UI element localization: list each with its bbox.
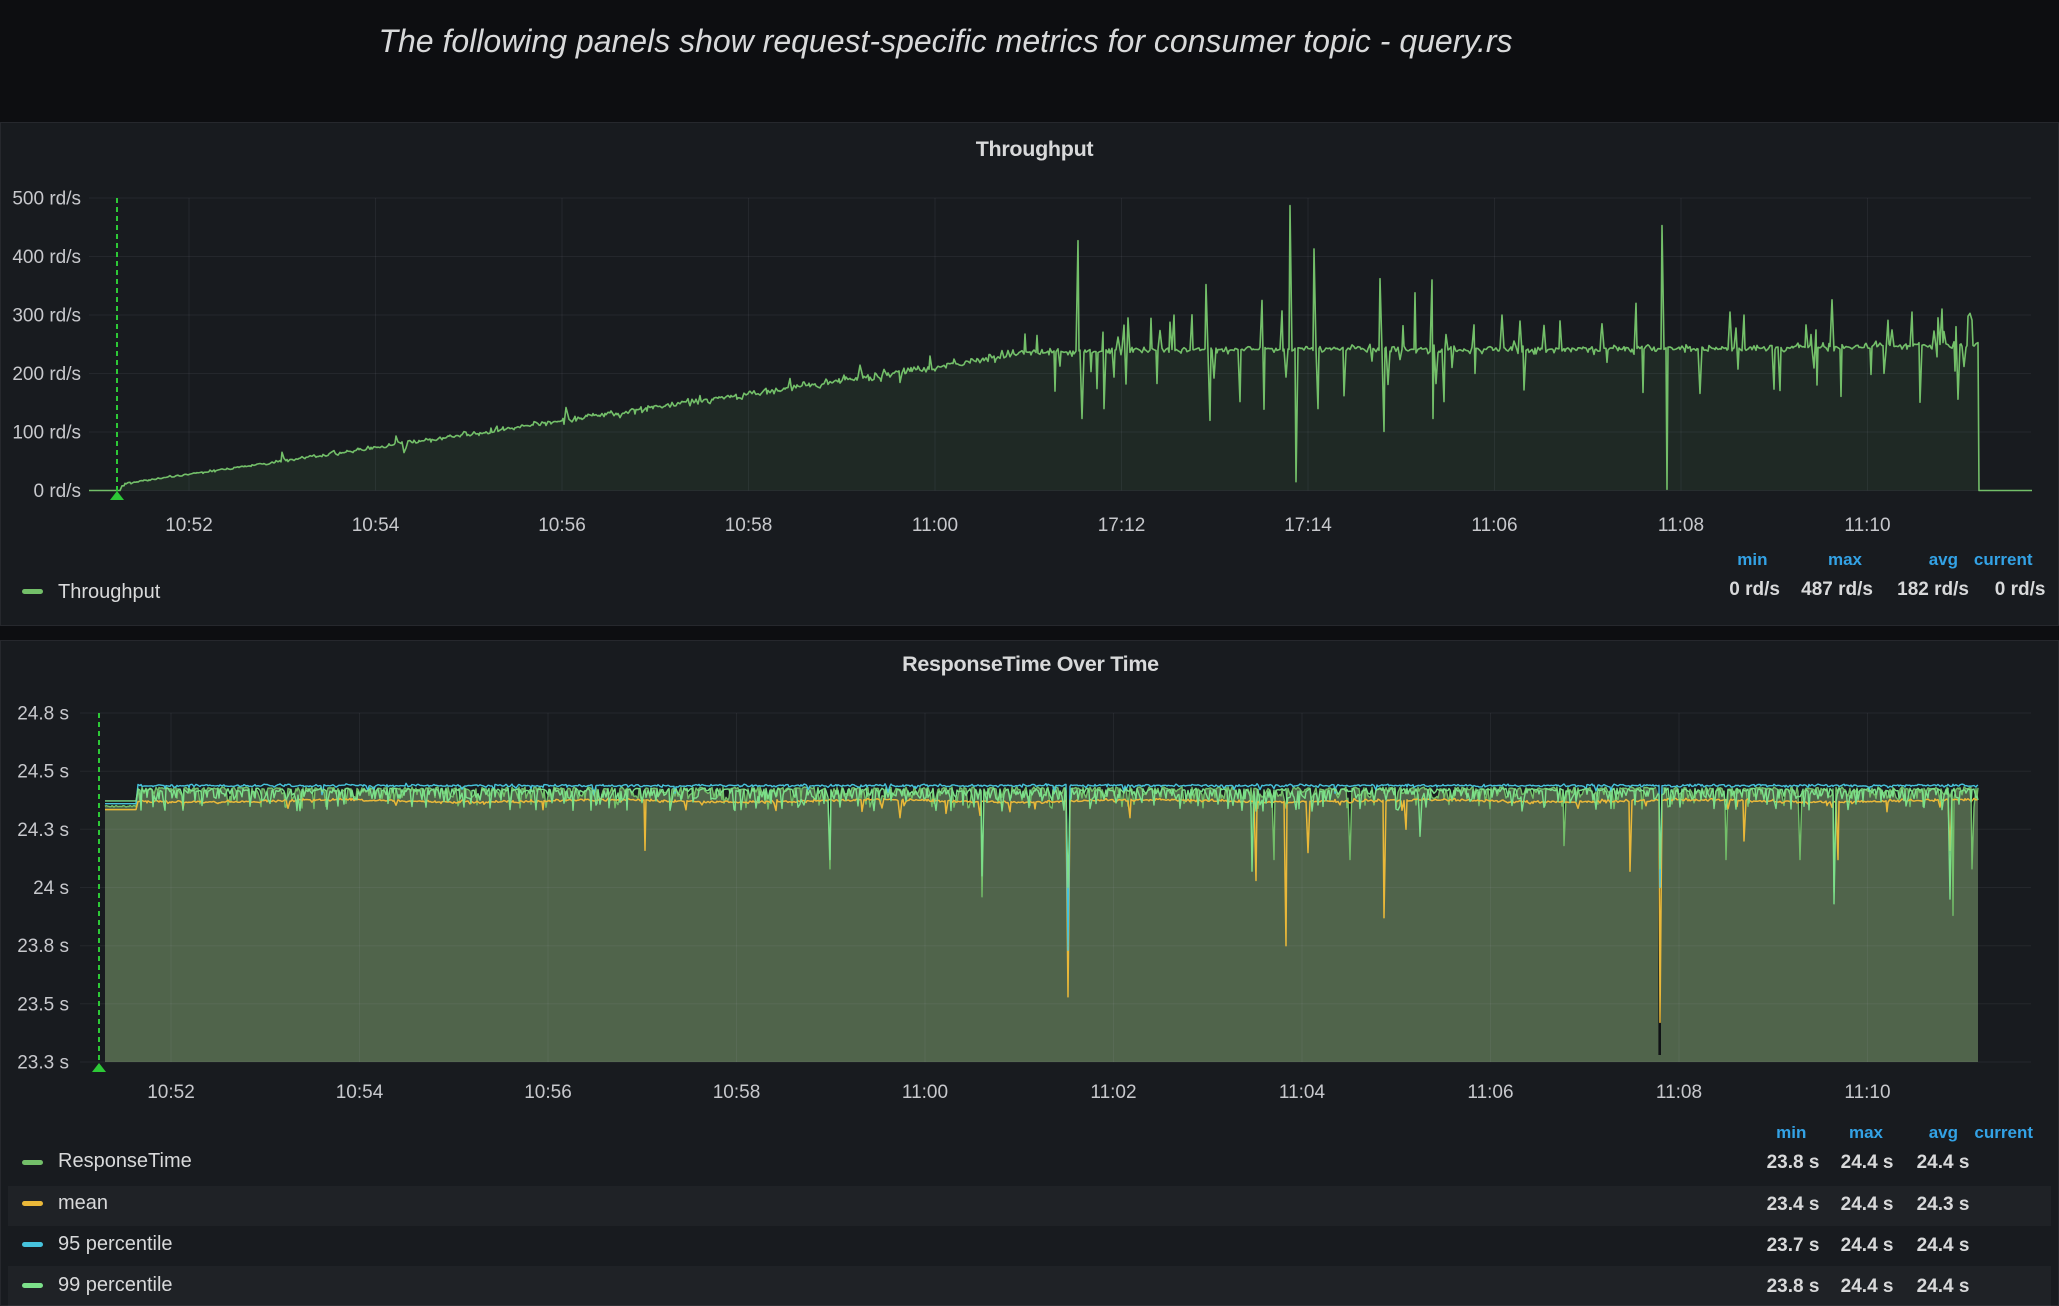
svg-text:24.5 s: 24.5 s: [17, 762, 69, 783]
svg-text:17:12: 17:12: [1098, 515, 1146, 536]
svg-text:10:58: 10:58: [713, 1082, 761, 1103]
svg-text:23.5 s: 23.5 s: [17, 994, 69, 1015]
svg-text:23.8 s: 23.8 s: [17, 936, 69, 957]
svg-text:11:06: 11:06: [1471, 515, 1517, 536]
svg-text:24.8 s: 24.8 s: [17, 704, 69, 725]
svg-text:24.3 s: 24.3 s: [17, 820, 69, 841]
svg-text:10:52: 10:52: [147, 1082, 195, 1103]
svg-text:200 rd/s: 200 rd/s: [12, 364, 81, 385]
svg-text:11:06: 11:06: [1467, 1082, 1513, 1103]
svg-text:11:00: 11:00: [902, 1082, 948, 1103]
svg-text:17:14: 17:14: [1284, 515, 1332, 536]
svg-text:10:54: 10:54: [336, 1082, 384, 1103]
svg-text:500 rd/s: 500 rd/s: [12, 189, 81, 210]
svg-text:10:58: 10:58: [725, 515, 773, 536]
svg-text:10:56: 10:56: [524, 1082, 572, 1103]
svg-text:10:54: 10:54: [352, 515, 400, 536]
svg-text:10:56: 10:56: [538, 515, 586, 536]
svg-text:100 rd/s: 100 rd/s: [12, 423, 81, 444]
svg-text:11:10: 11:10: [1844, 515, 1890, 536]
svg-text:24 s: 24 s: [33, 878, 69, 899]
svg-text:11:08: 11:08: [1658, 515, 1704, 536]
svg-text:300 rd/s: 300 rd/s: [12, 306, 81, 327]
svg-text:11:04: 11:04: [1279, 1082, 1326, 1103]
svg-text:11:08: 11:08: [1656, 1082, 1702, 1103]
svg-text:400 rd/s: 400 rd/s: [12, 247, 81, 268]
svg-text:23.3 s: 23.3 s: [17, 1053, 69, 1074]
svg-text:11:10: 11:10: [1844, 1082, 1890, 1103]
svg-text:11:02: 11:02: [1090, 1082, 1136, 1103]
svg-text:10:52: 10:52: [165, 515, 213, 536]
svg-text:0 rd/s: 0 rd/s: [33, 481, 81, 502]
svg-text:11:00: 11:00: [912, 515, 958, 536]
